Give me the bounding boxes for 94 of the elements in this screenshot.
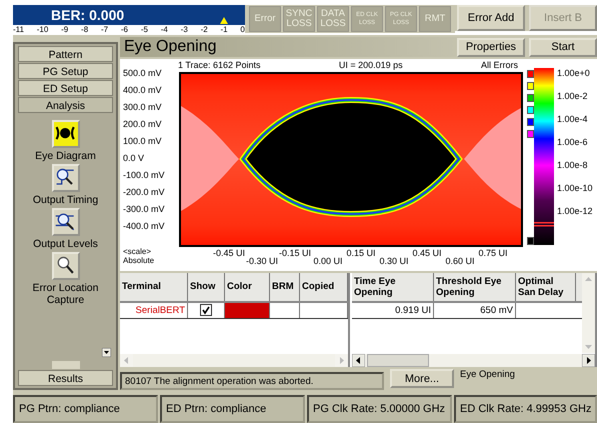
- table-cell: 0.919 UI: [352, 302, 434, 318]
- toolbar-button[interactable]: Error Add: [457, 5, 525, 31]
- scale-label: -5: [140, 25, 148, 35]
- scale-label: -10: [36, 25, 48, 35]
- ber-value: BER: 0.000: [51, 7, 124, 23]
- column-header[interactable]: Copied: [300, 272, 348, 301]
- y-axis-label: 500.0 mV: [123, 67, 163, 80]
- y-axis-label: 200.0 mV: [123, 118, 163, 132]
- color-scale-label: 1.00e-4: [557, 114, 589, 124]
- column-header[interactable]: Color: [225, 272, 270, 301]
- context-label: Eye Opening: [460, 369, 515, 380]
- x-axis-label: 0.60 UI: [445, 256, 475, 266]
- analysis-tool-button[interactable]: Output Levels: [18, 208, 113, 250]
- analysis-tool-button[interactable]: Eye Diagram: [18, 120, 113, 162]
- table-cell: 650 mV: [434, 302, 516, 318]
- scale-label: 0: [240, 25, 245, 35]
- nav-tab[interactable]: Pattern: [18, 46, 113, 62]
- y-axis-label: -300.0 mV: [123, 203, 166, 216]
- scroll-right-icon[interactable]: [582, 354, 595, 368]
- nav-tab[interactable]: Results: [18, 370, 113, 386]
- scale-mode-label: Absolute: [123, 256, 156, 266]
- more-button[interactable]: More...: [390, 369, 454, 388]
- color-scale-label: 1.00e-8: [557, 160, 589, 170]
- scale-label: -9: [61, 25, 68, 35]
- column-header[interactable]: Show: [188, 272, 225, 301]
- analysis-tool-button[interactable]: Output Timing: [18, 164, 113, 206]
- color-marker[interactable]: [527, 70, 534, 78]
- nav-tab[interactable]: PG Setup: [18, 63, 113, 80]
- unit-interval-label: UI = 200.019 ps: [338, 59, 403, 72]
- scale-label: -11: [13, 25, 24, 35]
- color-scale-label: 1.00e-10: [557, 183, 593, 194]
- message-field: 80107 The alignment operation was aborted.: [120, 372, 384, 390]
- y-axis-label: 300.0 mV: [123, 101, 163, 114]
- horizontal-scrollbar[interactable]: [352, 354, 595, 368]
- color-scale-label: 1.00e-12: [557, 206, 593, 216]
- color-scale-label: 1.00e-6: [557, 137, 589, 148]
- scale-label: -3: [180, 25, 188, 35]
- header-button[interactable]: Start: [529, 38, 597, 57]
- status-indicator: SYNC LOSS: [283, 6, 315, 32]
- status-indicator: RMT: [419, 6, 451, 32]
- color-scale-label: 1.00e-2: [557, 91, 589, 102]
- column-header[interactable]: Terminal: [120, 272, 188, 301]
- status-bar-field: PG Ptrn: compliance: [13, 395, 158, 423]
- header-button[interactable]: Properties: [457, 38, 525, 57]
- y-axis-label: -100.0 mV: [123, 169, 166, 182]
- color-marker[interactable]: [527, 94, 534, 102]
- x-axis-label: 0.75 UI: [478, 248, 508, 258]
- status-bar-field: ED Ptrn: compliance: [160, 395, 305, 423]
- table-cell: SerialBERT: [120, 302, 188, 318]
- scroll-left-icon[interactable]: [352, 354, 365, 368]
- y-axis-label: -400.0 mV: [123, 220, 166, 234]
- scroll-down-icon[interactable]: [102, 348, 111, 358]
- nav-tab[interactable]: ED Setup: [18, 80, 113, 96]
- tool-icon-partial: [52, 361, 80, 370]
- trace-info: 1 Trace: 6162 Points: [178, 59, 261, 72]
- scale-label: -7: [100, 25, 108, 35]
- color-marker[interactable]: [527, 106, 534, 114]
- nav-tab[interactable]: Analysis: [18, 97, 113, 114]
- x-axis-label: 0.15 UI: [346, 248, 376, 258]
- color-marker[interactable]: [527, 118, 534, 126]
- error-filter-label: All Errors: [480, 59, 518, 72]
- status-indicator: Error: [249, 6, 281, 32]
- scale-label: <scale>: [123, 247, 152, 256]
- y-axis-label: 400.0 mV: [123, 84, 163, 98]
- x-axis-label: 0.00 UI: [313, 256, 343, 266]
- checkbox[interactable]: [200, 304, 212, 316]
- scale-label: -4: [160, 25, 168, 35]
- scroll-thumb[interactable]: [367, 354, 429, 368]
- status-bar-field: ED Clk Rate: 4.99953 GHz: [454, 395, 597, 423]
- status-indicator: DATA LOSS: [317, 6, 349, 32]
- color-marker[interactable]: [527, 237, 534, 246]
- column-header[interactable]: Threshold Eye Opening: [434, 272, 516, 301]
- page-title: Eye Opening: [123, 38, 218, 56]
- x-axis-label: -0.30 UI: [246, 256, 278, 266]
- x-axis-label: -0.15 UI: [279, 248, 311, 258]
- color-marker[interactable]: [527, 130, 534, 138]
- color-swatch[interactable]: [225, 302, 270, 318]
- column-header[interactable]: BRM: [270, 272, 300, 301]
- x-axis-label: -0.45 UI: [213, 248, 245, 258]
- x-axis-label: 0.45 UI: [412, 248, 442, 258]
- y-axis-label: 0.0 V: [123, 152, 146, 166]
- scale-label: -6: [120, 25, 128, 35]
- column-header[interactable]: Time Eye Opening: [352, 272, 434, 301]
- x-axis-label: 0.30 UI: [379, 256, 409, 266]
- y-axis-label: -200.0 mV: [123, 186, 166, 200]
- scale-label: -1: [220, 25, 228, 35]
- status-bar-field: PG Clk Rate: 5.00000 GHz: [307, 395, 452, 423]
- scale-label: -8: [81, 25, 88, 35]
- column-header[interactable]: Optimal San Delay: [516, 272, 576, 301]
- color-marker[interactable]: [527, 82, 534, 90]
- scale-label: -2: [200, 25, 208, 35]
- analysis-tool-button[interactable]: Error Location Capture: [18, 252, 113, 306]
- color-scale-label: 1.00e+0: [557, 68, 591, 78]
- y-axis-label: 100.0 mV: [123, 135, 163, 148]
